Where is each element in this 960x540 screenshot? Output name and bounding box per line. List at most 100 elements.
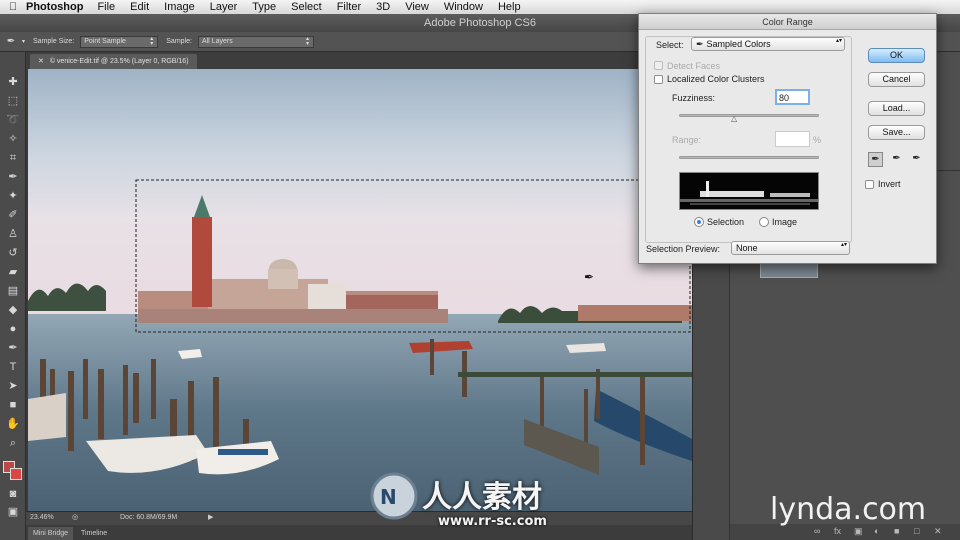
zoom-level[interactable]: 23.46%: [30, 514, 54, 521]
watermark-url: www.rr-sc.com: [438, 514, 547, 529]
watermark: N 人人素材 www.rr-sc.com: [370, 470, 605, 532]
close-icon[interactable]: ✕: [38, 58, 44, 65]
folder-icon[interactable]: ■: [894, 526, 899, 536]
invert-checkbox[interactable]: [865, 180, 874, 189]
radio-selection[interactable]: [694, 217, 704, 227]
menu-view[interactable]: View: [405, 1, 429, 13]
menu-select[interactable]: Select: [291, 1, 322, 13]
save-button[interactable]: Save...: [868, 125, 925, 140]
brush-icon[interactable]: ✐: [4, 207, 22, 223]
document-canvas[interactable]: ✒: [28, 69, 692, 511]
range-unit: %: [813, 135, 822, 145]
eyedropper-icon[interactable]: ✒: [0, 36, 22, 47]
stamp-icon[interactable]: ♙: [4, 226, 22, 242]
sample-select[interactable]: All Layers: [197, 35, 314, 48]
radio-selection-label: Selection: [707, 217, 745, 227]
fuzziness-slider[interactable]: [679, 114, 819, 117]
healing-icon[interactable]: ✦: [4, 188, 22, 204]
color-range-dialog: Color Range Select: ✒ Sampled Colors ▴▾ D…: [638, 13, 937, 264]
eyedropper-tool-icon[interactable]: ✒: [4, 169, 22, 185]
crop-icon[interactable]: ⌗: [4, 150, 22, 166]
menu-layer[interactable]: Layer: [210, 1, 238, 13]
pen-icon[interactable]: ✒: [4, 340, 22, 356]
detect-faces-checkbox[interactable]: [654, 61, 663, 70]
tab-timeline[interactable]: Timeline: [76, 527, 112, 540]
lynda-logo: lynda.com: [770, 492, 927, 527]
zoom-icon[interactable]: ⌕: [4, 435, 22, 451]
quick-mask-icon[interactable]: ◙: [4, 486, 22, 502]
background-color-swatch[interactable]: [10, 468, 22, 480]
invert-label: Invert: [878, 179, 901, 189]
screen-mode-icon[interactable]: ▣: [4, 504, 22, 520]
menu-window[interactable]: Window: [444, 1, 483, 13]
tools-panel: ✚ ⬚ ➰ ✧ ⌗ ✒ ✦ ✐ ♙ ↺ ▰ ▤ ◆ ● ✒ T ➤ ■ ✋ ⌕ …: [0, 52, 26, 540]
fuzziness-slider-handle-icon[interactable]: △: [731, 114, 737, 123]
document-tab[interactable]: ✕ © venice-Edit.tif @ 23.5% (Layer 0, RG…: [30, 54, 197, 69]
localized-clusters-checkbox[interactable]: [654, 75, 663, 84]
adjustment-icon[interactable]: ◐: [874, 526, 879, 536]
sample-size-select[interactable]: Point Sample: [80, 35, 159, 48]
radio-image-label: Image: [772, 217, 798, 227]
cancel-button[interactable]: Cancel: [868, 72, 925, 87]
dialog-title: Color Range: [639, 14, 936, 30]
new-layer-icon[interactable]: □: [914, 526, 919, 536]
type-icon[interactable]: T: [4, 359, 22, 375]
shape-icon[interactable]: ■: [4, 397, 22, 413]
mask-icon[interactable]: ▣: [854, 526, 863, 537]
menu-filter[interactable]: Filter: [337, 1, 361, 13]
history-brush-icon[interactable]: ↺: [4, 245, 22, 261]
marquee-icon[interactable]: ⬚: [4, 93, 22, 109]
eyedropper-icon: ✒: [696, 39, 704, 49]
move-icon[interactable]: ✚: [4, 74, 22, 90]
eraser-icon[interactable]: ▰: [4, 264, 22, 280]
menu-edit[interactable]: Edit: [130, 1, 149, 13]
tab-mini-bridge[interactable]: Mini Bridge: [28, 527, 74, 540]
gradient-icon[interactable]: ▤: [4, 283, 22, 299]
window-title: Adobe Photoshop CS6: [424, 17, 536, 29]
radio-image[interactable]: [759, 217, 769, 227]
ok-button[interactable]: OK: [868, 48, 925, 63]
load-button[interactable]: Load...: [868, 101, 925, 116]
chevron-down-icon: ▴▾: [836, 38, 843, 44]
select-dropdown[interactable]: ✒ Sampled Colors ▴▾: [691, 37, 845, 51]
blur-icon[interactable]: ◆: [4, 302, 22, 318]
hand-icon[interactable]: ✋: [4, 416, 22, 432]
path-select-icon[interactable]: ➤: [4, 378, 22, 394]
mask-preview: [680, 181, 818, 205]
fx-icon[interactable]: fx: [834, 526, 841, 536]
menu-3d[interactable]: 3D: [376, 1, 390, 13]
fuzziness-input[interactable]: 80: [775, 89, 810, 105]
status-menu-arrow-icon[interactable]: ▶: [208, 513, 213, 521]
select-label: Select:: [656, 40, 684, 50]
dodge-icon[interactable]: ●: [4, 321, 22, 337]
link-icon[interactable]: ∞: [814, 526, 820, 536]
eyedropper-plus-icon[interactable]: ✒: [889, 152, 904, 167]
range-input[interactable]: [775, 131, 810, 147]
sample-size-value: Point Sample: [84, 37, 126, 45]
mac-menu-bar:  Photoshop File Edit Image Layer Type S…: [0, 0, 960, 14]
document-title: © venice-Edit.tif @ 23.5% (Layer 0, RGB/…: [49, 58, 189, 65]
range-slider[interactable]: [679, 156, 819, 159]
doc-size: Doc: 60.8M/69.9M: [120, 514, 178, 521]
eyedropper-minus-icon[interactable]: ✒: [909, 152, 924, 167]
svg-text:✒: ✒: [584, 270, 594, 284]
localized-clusters-label: Localized Color Clusters: [667, 74, 765, 84]
menu-type[interactable]: Type: [252, 1, 276, 13]
menu-app-name[interactable]: Photoshop: [26, 1, 83, 13]
tool-preset-arrow[interactable]: ▾: [22, 38, 25, 45]
lasso-icon[interactable]: ➰: [4, 112, 22, 128]
status-icon[interactable]: ◎: [72, 513, 78, 521]
watermark-cn-text: 人人素材: [422, 480, 542, 515]
eyedropper-sample-icon[interactable]: ✒: [868, 152, 883, 167]
chevron-down-icon: ▴▾: [841, 242, 848, 248]
menu-file[interactable]: File: [97, 1, 115, 13]
menu-image[interactable]: Image: [164, 1, 195, 13]
quick-select-icon[interactable]: ✧: [4, 131, 22, 147]
trash-icon[interactable]: ✕: [934, 526, 942, 537]
select-value: Sampled Colors: [706, 39, 771, 49]
menu-help[interactable]: Help: [498, 1, 521, 13]
selection-preview-dropdown[interactable]: None ▴▾: [731, 241, 850, 255]
apple-icon[interactable]: : [0, 1, 26, 13]
sample-value: All Layers: [201, 37, 233, 45]
venice-photo: ✒: [28, 69, 692, 511]
